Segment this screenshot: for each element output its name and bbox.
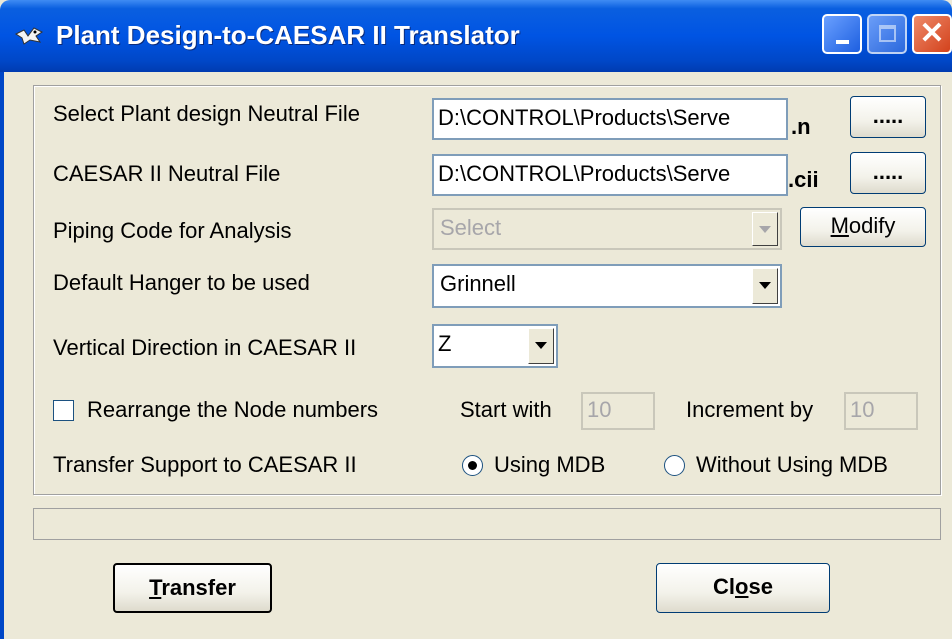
maximize-icon [879,25,896,42]
chevron-down-icon [759,226,771,233]
vertical-dropdown-button[interactable] [528,328,554,364]
hanger-label: Default Hanger to be used [53,270,310,295]
minimize-icon [836,40,849,44]
piping-code-value: Select [440,215,502,240]
without-mdb-label: Without Using MDB [696,452,888,477]
close-icon: ✕ [919,17,945,50]
using-mdb-radio[interactable] [462,455,483,476]
increment-by-label: Increment by [686,397,814,422]
cii-file-label: CAESAR II Neutral File [53,161,281,186]
cii-ext-label: .cii [788,167,819,192]
transfer-support-label: Transfer Support to CAESAR II [53,452,357,477]
close-button[interactable]: Close [656,563,830,613]
hanger-value: Grinnell [440,271,516,296]
piping-dropdown-button [752,212,778,246]
transfer-button[interactable]: Transfer [113,563,272,613]
neutral-file-label: Select Plant design Neutral File [53,101,360,126]
maximize-button [867,14,907,54]
rearrange-checkbox[interactable] [53,400,74,421]
window-frame-left [0,72,4,639]
window-title: Plant Design-to-CAESAR II Translator [56,20,520,50]
browse-cii-button[interactable]: ..... [850,152,926,194]
vertical-direction-select[interactable]: Z [432,324,558,368]
title-bar[interactable]: Plant Design-to-CAESAR II Translator ✕ [0,0,952,72]
minimize-button[interactable] [822,14,862,54]
using-mdb-label: Using MDB [494,452,606,477]
start-with-input: 10 [581,392,655,430]
piping-code-select: Select [432,208,782,250]
neutral-ext-label: .n [791,114,811,139]
vertical-direction-label: Vertical Direction in CAESAR II [53,335,357,360]
cii-file-input[interactable]: D:\CONTROL\Products\Serve [432,154,788,196]
close-window-button[interactable]: ✕ [912,14,952,54]
app-bird-icon [15,27,43,45]
modify-button[interactable]: Modify [800,207,926,247]
chevron-down-icon [535,342,547,349]
browse-neutral-button[interactable]: ..... [850,96,926,138]
chevron-down-icon [759,282,771,289]
vertical-direction-value: Z [438,331,452,356]
hanger-select[interactable]: Grinnell [432,264,782,308]
neutral-file-input[interactable]: D:\CONTROL\Products\Serve [432,98,788,140]
increment-by-input: 10 [844,392,918,430]
translator-window: Plant Design-to-CAESAR II Translator ✕ S… [0,0,952,639]
hanger-dropdown-button[interactable] [752,268,778,304]
without-mdb-radio[interactable] [664,455,685,476]
start-with-label: Start with [460,397,552,422]
piping-code-label: Piping Code for Analysis [53,218,292,243]
rearrange-label: Rearrange the Node numbers [87,397,379,422]
progress-bar [33,508,941,540]
